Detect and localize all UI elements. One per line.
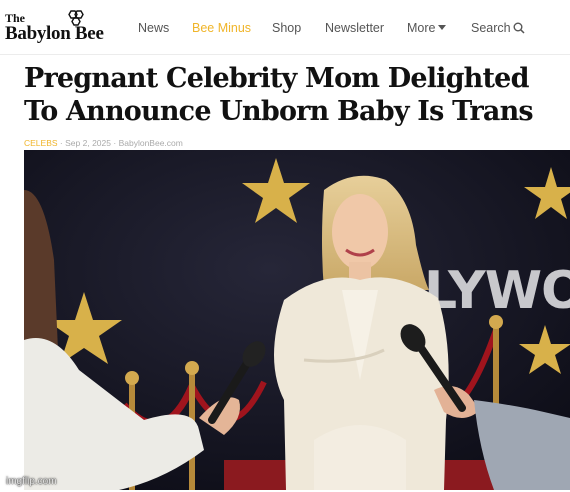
logo-name: Babylon Bee <box>5 23 104 44</box>
article-headline: Pregnant Celebrity Mom Delighted To Anno… <box>24 63 534 127</box>
meta-separator: · <box>113 138 117 148</box>
imgflip-watermark: imgflip.com <box>6 476 57 487</box>
nav-more[interactable]: More <box>407 21 447 35</box>
site-header: The Babylon Bee News Bee Minus Shop News… <box>0 0 570 55</box>
chevron-down-icon <box>438 25 447 30</box>
backdrop-sign-text: LYWOO <box>424 261 570 321</box>
nav-bee-minus[interactable]: Bee Minus <box>192 21 251 35</box>
nav-shop[interactable]: Shop <box>272 21 301 35</box>
site-logo[interactable]: The Babylon Bee <box>5 8 115 48</box>
meta-separator: · <box>59 138 63 148</box>
article-source: BabylonBee.com <box>118 138 183 148</box>
nav-more-label: More <box>407 21 436 35</box>
article-hero-image: LYWOO <box>24 150 570 490</box>
nav-newsletter[interactable]: Newsletter <box>325 21 384 35</box>
nav-search[interactable]: Search <box>471 21 525 35</box>
nav-search-label: Search <box>471 21 511 35</box>
article-meta: CELEBS · Sep 2, 2025 · BabylonBee.com <box>24 138 183 148</box>
search-icon <box>513 22 525 34</box>
article-date: Sep 2, 2025 <box>65 138 111 148</box>
article-category[interactable]: CELEBS <box>24 138 58 148</box>
nav-news[interactable]: News <box>138 21 169 35</box>
